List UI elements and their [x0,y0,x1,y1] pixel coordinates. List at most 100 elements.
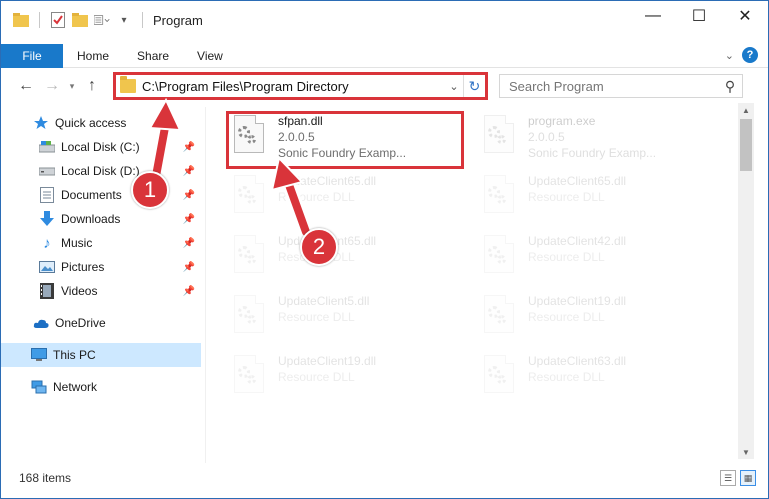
file-item[interactable]: UpdateClient5.dll Resource DLL [230,293,470,349]
address-path[interactable]: C:\Program Files\Program Directory [142,79,445,94]
pin-icon[interactable]: 📌 [183,262,195,273]
file-name: UpdateClient19.dll [278,354,377,368]
tab-file[interactable]: File [1,43,63,68]
sidebar-item-label: OneDrive [55,316,106,330]
arrow-right-icon: → [44,77,60,94]
file-item[interactable]: UpdateClient19.dll Resource DLL [480,293,720,349]
star-icon [33,115,49,131]
pin-icon[interactable]: 📌 [183,286,195,297]
file-item[interactable]: UpdateClient19.dll Resource DLL [230,353,470,409]
details-view-icon[interactable]: ☰ [720,470,736,486]
cloud-icon [33,315,49,331]
tab-home[interactable]: Home [63,44,123,68]
sidebar-item-downloads[interactable]: Downloads 📌 [1,207,201,231]
properties-icon[interactable] [50,12,66,28]
view-switcher: ☰ ▦ [720,470,756,486]
file-version: 2.0.0.5 [528,130,565,144]
file-type: Resource DLL [528,370,605,384]
tab-share[interactable]: Share [123,44,183,68]
step-2-badge: 2 [300,228,338,266]
file-item[interactable]: UpdateClient63.dll Resource DLL [480,353,720,409]
expand-ribbon-icon[interactable]: ⌄ [725,49,734,62]
file-item[interactable]: UpdateClient65.dll Resource DLL [230,173,470,229]
pin-icon[interactable]: 📌 [183,190,195,201]
file-name: UpdateClient19.dll [528,294,627,308]
sidebar-item-label: Downloads [61,212,121,226]
up-button[interactable]: ↑ [79,73,105,99]
documents-icon [39,187,55,203]
status-bar: 168 items ☰ ▦ [1,467,768,489]
vertical-scrollbar[interactable]: ▲ ▼ [738,103,754,459]
exe-file-icon [480,113,520,161]
dll-file-icon [230,293,270,341]
tiles-view-icon[interactable]: ▦ [740,470,756,486]
drive-icon [39,163,55,179]
scrollbar-thumb[interactable] [740,119,752,171]
file-name: UpdateClient42.dll [528,234,627,248]
explorer-window: ▾ Program — ☐ ✕ File Home Share View ⌄ ?… [0,0,769,499]
sidebar-item-local-disk-c[interactable]: Local Disk (C:) 📌 [1,135,201,159]
scroll-up-icon[interactable]: ▲ [738,103,754,117]
sidebar-item-label: Music [61,236,93,250]
sidebar-item-network[interactable]: Network [1,375,201,399]
file-item[interactable]: UpdateClient42.dll Resource DLL [480,233,720,289]
search-box[interactable]: ⚲ [499,74,743,98]
sidebar-item-label: Quick access [55,116,127,130]
file-type: Resource DLL [528,190,605,204]
new-folder-icon[interactable] [72,12,88,28]
refresh-icon[interactable]: ↻ [463,75,485,97]
sidebar-item-onedrive[interactable]: OneDrive [1,311,201,335]
address-bar[interactable]: C:\Program Files\Program Directory ⌄ ↻ [113,72,488,100]
file-type: Resource DLL [278,310,355,324]
videos-icon [39,283,55,299]
back-button[interactable]: ← [13,73,39,99]
close-button[interactable]: ✕ [722,1,768,31]
dll-file-icon [480,233,520,281]
file-type: Resource DLL [528,250,605,264]
sidebar-item-documents[interactable]: Documents 📌 [1,183,201,207]
sidebar-item-label: Local Disk (D:) [61,164,140,178]
sidebar-item-videos[interactable]: Videos 📌 [1,279,201,303]
pin-icon[interactable]: 📌 [183,238,195,249]
pin-icon[interactable]: 📌 [183,142,195,153]
file-item-program-exe[interactable]: program.exe 2.0.0.5 Sonic Foundry Examp.… [480,113,720,169]
toolbar-separator [39,12,40,28]
sidebar-item-music[interactable]: ♪ Music 📌 [1,231,201,255]
dll-file-icon [480,353,520,401]
window-controls: — ☐ ✕ [630,1,768,31]
customize-toolbar-icon[interactable] [94,12,110,28]
pin-icon[interactable]: 📌 [183,214,195,225]
scroll-down-icon[interactable]: ▼ [738,445,754,459]
sidebar-item-this-pc[interactable]: This PC [1,343,201,367]
sidebar-item-local-disk-d[interactable]: Local Disk (D:) 📌 [1,159,201,183]
dll-file-icon [230,353,270,401]
navigation-pane: Quick access Local Disk (C:) 📌 Local Dis… [1,107,206,463]
ribbon-right-controls: ⌄ ? [725,47,758,63]
help-button[interactable]: ? [742,47,758,63]
forward-button[interactable]: → [39,73,65,99]
pin-icon[interactable]: 📌 [183,166,195,177]
sidebar-item-quick-access[interactable]: Quick access [1,111,201,135]
minimize-button[interactable]: — [630,1,676,31]
recent-locations-button[interactable]: ▾ [65,73,79,99]
file-item[interactable]: UpdateClient65.dll Resource DLL [480,173,720,229]
search-input[interactable] [509,78,718,94]
download-icon [39,211,55,227]
navigation-bar: ← → ▾ ↑ C:\Program Files\Program Directo… [1,71,768,101]
step-1-badge: 1 [131,171,169,209]
sidebar-item-pictures[interactable]: Pictures 📌 [1,255,201,279]
file-item[interactable]: UpdateClient65.dll Resource DLL [230,233,470,289]
sidebar-item-label: Pictures [61,260,105,274]
dll-file-icon [480,173,520,221]
chevron-down-icon[interactable]: ⌄ [445,80,463,93]
chevron-down-icon[interactable]: ▾ [116,12,132,28]
maximize-button[interactable]: ☐ [676,1,722,31]
title-bar: ▾ Program — ☐ ✕ [1,1,768,39]
sidebar-item-label: Documents [61,188,122,202]
file-name: UpdateClient65.dll [278,174,377,188]
dll-file-icon [230,233,270,281]
file-type: Resource DLL [528,310,605,324]
tab-view[interactable]: View [183,44,237,68]
search-icon[interactable]: ⚲ [718,78,742,95]
file-type: Resource DLL [278,370,355,384]
